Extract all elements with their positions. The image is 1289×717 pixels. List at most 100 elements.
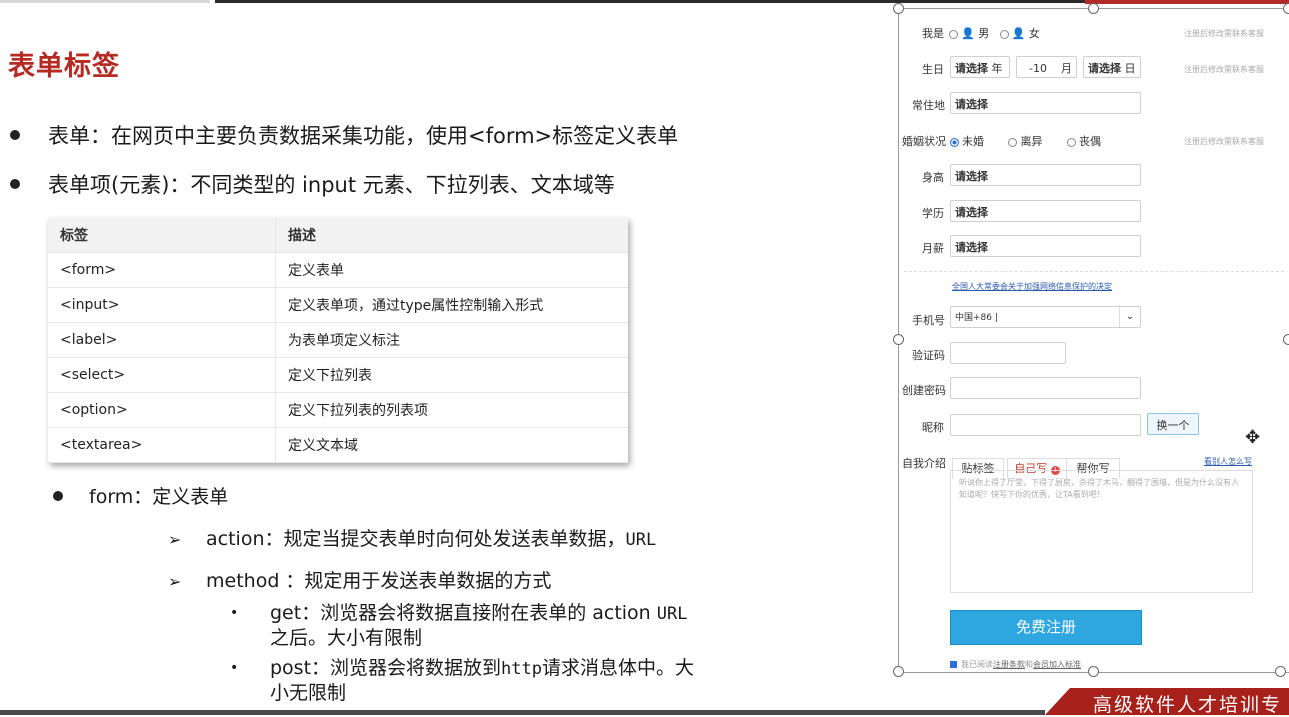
password-label: 创建密码 bbox=[902, 384, 946, 397]
marital-options: 未婚 离异 丧偶 bbox=[950, 133, 1101, 149]
bullet-dot bbox=[53, 490, 63, 501]
table-cell: <textarea> bbox=[48, 427, 276, 463]
bullet-dot bbox=[10, 179, 20, 189]
bullet-mark: • bbox=[230, 605, 239, 621]
height-label: 身高 bbox=[922, 171, 944, 184]
table-row: <input> 定义表单项，通过type属性控制输入形式 bbox=[48, 287, 628, 323]
resize-handle[interactable] bbox=[893, 3, 904, 14]
bullet-dot bbox=[10, 130, 20, 140]
phone-label: 手机号 bbox=[912, 314, 945, 327]
agree-text-and: 和 bbox=[1025, 660, 1033, 669]
agreement-row: 我已阅读注册条款和会员加入标准 bbox=[950, 659, 1081, 670]
arrow-icon: ➢ bbox=[168, 530, 182, 549]
resize-handle[interactable] bbox=[893, 334, 904, 345]
marital-widowed-radio[interactable] bbox=[1066, 137, 1076, 147]
table-cell: 定义表单 bbox=[275, 252, 628, 288]
male-icon: 👤 bbox=[961, 27, 975, 40]
arrow-item-method: ➢ method ：规定用于发送表单数据的方式 bbox=[168, 566, 551, 593]
birthday-label: 生日 bbox=[922, 63, 944, 76]
marital-single-radio[interactable] bbox=[950, 137, 959, 147]
residence-value: 请选择 bbox=[955, 98, 988, 111]
month-value: -10 bbox=[1029, 62, 1047, 75]
action-text: action：规定当提交表单时向何处发送表单数据， bbox=[206, 528, 626, 550]
footer-slant bbox=[1045, 688, 1070, 715]
password-input[interactable] bbox=[950, 377, 1141, 399]
resize-handle[interactable] bbox=[1088, 3, 1099, 14]
tag-table: 标签 描述 <form> 定义表单 <input> 定义表单项，通过type属性控制… bbox=[48, 218, 628, 463]
top-bar-dark bbox=[215, 0, 1085, 3]
see-others-link[interactable]: 看别人怎么写 bbox=[1204, 456, 1252, 467]
height-value: 请选择 bbox=[955, 170, 988, 183]
swap-nickname-button[interactable]: 换一个 bbox=[1147, 413, 1199, 435]
salary-select[interactable]: 请选择 bbox=[950, 235, 1141, 257]
table-cell: <input> bbox=[48, 287, 276, 323]
top-bar-red bbox=[1085, 0, 1289, 4]
code-input[interactable] bbox=[950, 342, 1066, 364]
footer-text: 高级软件人才培训专 bbox=[1093, 694, 1283, 716]
marital-option-label: 丧偶 bbox=[1078, 135, 1101, 148]
day-select-value: 请选择 bbox=[1088, 62, 1121, 75]
privacy-link[interactable]: 全国人大常委会关于加强网络信息保护的决定 bbox=[952, 281, 1112, 292]
table-cell: <form> bbox=[48, 252, 276, 288]
bullet-mark: • bbox=[230, 660, 239, 676]
gender-female-radio[interactable] bbox=[999, 29, 1009, 39]
residence-label: 常住地 bbox=[912, 99, 945, 112]
intro-textarea[interactable]: 听说你上得了厅堂，下得了厨房，杀得了木马，翻得了围墙，但是为什么没有人知道呢？快… bbox=[950, 470, 1253, 593]
section-divider bbox=[904, 271, 1284, 272]
gender-options: 👤 男 👤 女 bbox=[949, 25, 1040, 41]
resize-handle[interactable] bbox=[1283, 334, 1289, 345]
year-select[interactable]: 请选择 年 bbox=[950, 56, 1010, 78]
year-select-value: 请选择 bbox=[955, 62, 988, 75]
code-label: 验证码 bbox=[912, 349, 945, 362]
resize-handle[interactable] bbox=[1275, 666, 1286, 677]
table-cell: 为表单项定义标注 bbox=[275, 322, 628, 358]
nickname-input[interactable] bbox=[950, 414, 1141, 436]
table-cell: 定义下拉列表 bbox=[275, 357, 628, 393]
marital-option-label: 未婚 bbox=[962, 135, 984, 148]
gender-male-label: 男 bbox=[978, 27, 990, 40]
resize-handle[interactable] bbox=[1283, 3, 1289, 14]
bullet-text: 表单项(元素)：不同类型的 input 元素、下拉列表、文本域等 bbox=[48, 173, 615, 197]
table-header: 描述 bbox=[275, 218, 628, 253]
table-cell: 定义文本域 bbox=[275, 427, 628, 463]
salary-label: 月薪 bbox=[922, 242, 944, 255]
phone-input[interactable]: 中国+86 | ⌄ bbox=[950, 306, 1141, 328]
height-select[interactable]: 请选择 bbox=[950, 164, 1141, 186]
bottom-bar bbox=[0, 710, 1045, 715]
table-cell: 定义表单项，通过type属性控制输入形式 bbox=[275, 287, 628, 323]
salary-value: 请选择 bbox=[955, 241, 988, 254]
month-select[interactable]: -10 月 bbox=[1016, 56, 1077, 78]
hint-text: 注册后修改需联系客服 bbox=[1184, 65, 1264, 74]
table-cell: <select> bbox=[48, 357, 276, 393]
table-row: <select> 定义下拉列表 bbox=[48, 357, 628, 393]
gender-label: 我是 bbox=[922, 27, 944, 40]
hint-text: 注册后修改需联系客服 bbox=[1184, 29, 1264, 38]
marital-option-label: 离异 bbox=[1020, 135, 1043, 148]
table-row: <option> 定义下拉列表的列表项 bbox=[48, 392, 628, 428]
terms-link[interactable]: 注册条款 bbox=[993, 660, 1025, 669]
move-cursor-icon: ✥ bbox=[1245, 427, 1261, 448]
resize-handle[interactable] bbox=[1088, 666, 1099, 677]
post-http: http bbox=[501, 659, 542, 679]
post-text: post：浏览器会将数据放到 bbox=[270, 657, 502, 679]
month-unit: 月 bbox=[1061, 62, 1072, 75]
membership-link[interactable]: 会员加入标准 bbox=[1033, 660, 1081, 669]
gender-male-radio[interactable] bbox=[949, 29, 958, 39]
day-unit: 日 bbox=[1124, 62, 1136, 75]
chevron-down-icon[interactable]: ⌄ bbox=[1119, 307, 1140, 327]
marital-divorced-radio[interactable] bbox=[1008, 137, 1018, 147]
day-select[interactable]: 请选择 日 bbox=[1083, 56, 1141, 78]
resize-handle[interactable] bbox=[893, 666, 904, 677]
top-bar-grey bbox=[0, 0, 210, 3]
agree-checkbox[interactable] bbox=[950, 661, 957, 668]
education-select[interactable]: 请选择 bbox=[950, 200, 1141, 222]
education-value: 请选择 bbox=[955, 206, 988, 219]
footer-banner: 高级软件人才培训专 bbox=[1045, 688, 1289, 716]
residence-select[interactable]: 请选择 bbox=[950, 92, 1141, 114]
table-row: <label> 为表单项定义标注 bbox=[48, 322, 628, 358]
bullet-elements: 表单项(元素)：不同类型的 input 元素、下拉列表、文本域等 bbox=[10, 169, 615, 199]
register-button[interactable]: 免费注册 bbox=[950, 610, 1142, 645]
gender-female-label: 女 bbox=[1028, 27, 1040, 40]
education-label: 学历 bbox=[922, 207, 944, 220]
table-row: <textarea> 定义文本域 bbox=[48, 427, 628, 463]
